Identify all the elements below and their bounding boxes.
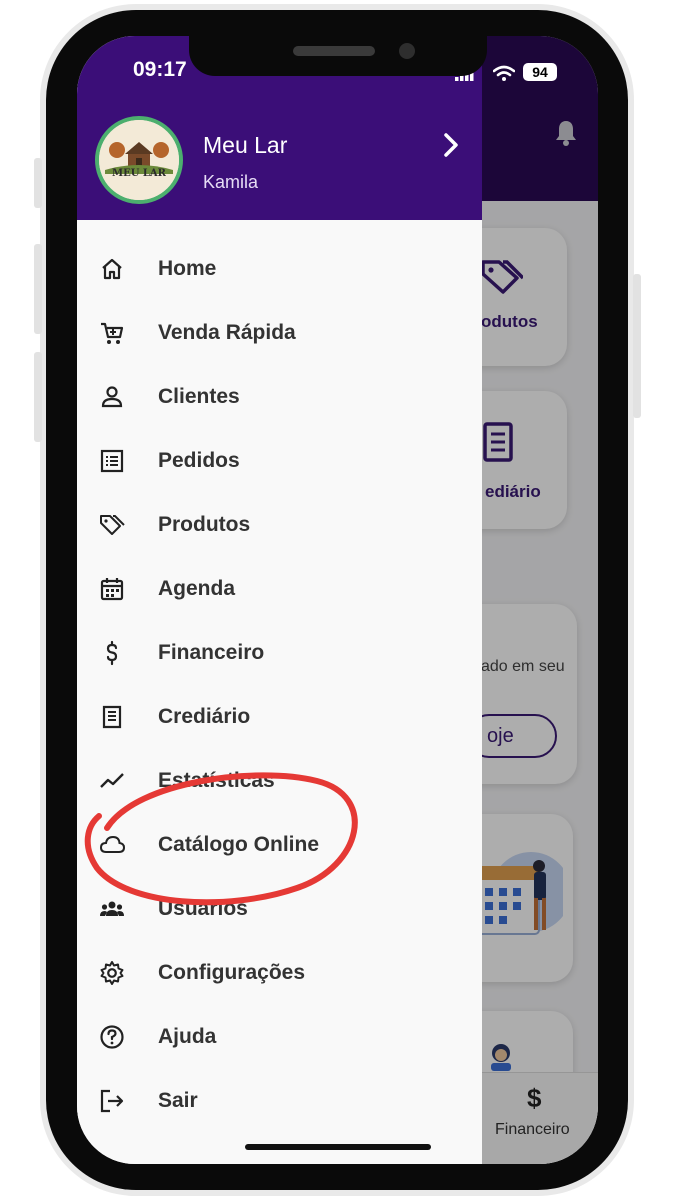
cart-icon <box>101 322 124 344</box>
navigation-drawer: MEU LAR Meu Lar Kamila Home Venda Rápida… <box>77 36 482 1164</box>
volume-up-button <box>34 244 42 334</box>
help-icon <box>100 1025 124 1049</box>
store-logo: MEU LAR <box>95 116 183 204</box>
gear-icon <box>100 961 124 985</box>
calendar-icon <box>100 578 124 601</box>
menu-item-estatisticas[interactable]: Estatísticas <box>77 754 482 810</box>
menu-item-crediario[interactable]: Crediário <box>77 690 482 746</box>
menu-label-agenda: Agenda <box>158 577 236 600</box>
person-icon <box>101 386 123 408</box>
menu-label-financeiro: Financeiro <box>158 641 265 664</box>
battery-indicator: 94 <box>523 63 557 81</box>
store-logo-text: MEU LAR <box>112 168 166 179</box>
trend-icon <box>100 773 124 788</box>
menu-label-venda-rapida: Venda Rápida <box>158 321 296 344</box>
menu-item-pedidos[interactable]: Pedidos <box>77 434 482 490</box>
menu-label-estatisticas: Estatísticas <box>158 769 275 792</box>
menu-label-crediario: Crediário <box>158 705 251 728</box>
chevron-right-icon[interactable] <box>439 130 463 160</box>
cloud-icon <box>99 835 125 853</box>
menu-item-clientes[interactable]: Clientes <box>77 370 482 426</box>
menu-item-produtos[interactable]: Produtos <box>77 498 482 554</box>
list-icon <box>100 449 124 473</box>
menu-label-produtos: Produtos <box>158 513 251 536</box>
menu-label-configuracoes: Configurações <box>158 961 306 984</box>
user-name: Kamila <box>203 172 259 192</box>
home-indicator[interactable] <box>245 1144 431 1150</box>
menu-label-clientes: Clientes <box>158 385 240 408</box>
screen: odutos ediário ado em seu oje $ Financei… <box>77 36 598 1164</box>
menu-label-pedidos: Pedidos <box>158 449 240 472</box>
menu-item-agenda[interactable]: Agenda <box>77 562 482 618</box>
menu-label-sair: Sair <box>158 1089 198 1112</box>
dollar-icon <box>106 640 118 666</box>
menu-label-ajuda: Ajuda <box>158 1025 217 1048</box>
menu-item-usuarios[interactable]: Usuários <box>77 882 482 938</box>
store-name: Meu Lar <box>203 132 288 158</box>
power-button <box>633 274 641 418</box>
speaker-slot <box>293 46 375 56</box>
volume-down-button <box>34 352 42 442</box>
dynamic-notch <box>189 36 487 76</box>
tags-icon <box>100 515 125 535</box>
house-logo-icon <box>99 120 179 200</box>
menu-item-sair[interactable]: Sair <box>77 1074 482 1130</box>
home-icon <box>102 258 122 280</box>
menu-item-catalogo-online[interactable]: Catálogo Online <box>77 818 482 874</box>
receipt-icon <box>102 705 122 729</box>
users-icon <box>100 901 124 916</box>
menu-item-configuracoes[interactable]: Configurações <box>77 946 482 1002</box>
menu-item-financeiro[interactable]: Financeiro <box>77 626 482 682</box>
status-time: 09:17 <box>133 58 187 81</box>
wifi-icon <box>493 65 515 81</box>
silent-switch <box>34 158 42 208</box>
menu-label-catalogo-online: Catálogo Online <box>158 833 320 856</box>
menu-item-ajuda[interactable]: Ajuda <box>77 1010 482 1066</box>
logout-icon <box>100 1089 124 1113</box>
front-camera <box>399 43 415 59</box>
menu-item-venda-rapida[interactable]: Venda Rápida <box>77 306 482 362</box>
menu-item-home[interactable]: Home <box>77 242 482 298</box>
menu-label-home: Home <box>158 257 217 280</box>
menu-label-usuarios: Usuários <box>158 897 248 920</box>
